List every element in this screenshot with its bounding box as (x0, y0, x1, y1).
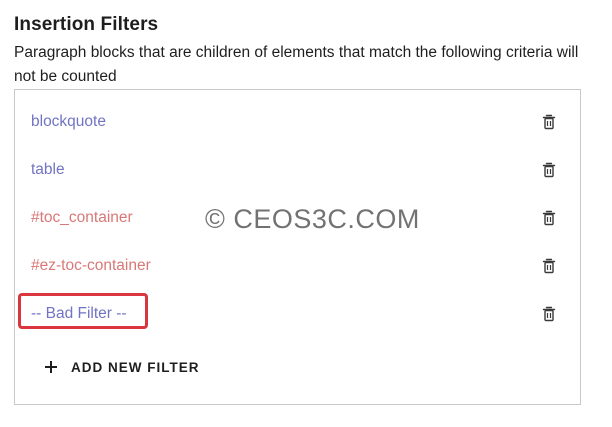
filter-row-table: table (15, 148, 580, 192)
add-new-filter-button[interactable]: ADD NEW FILTER (45, 355, 200, 379)
section-description: Paragraph blocks that are children of el… (14, 44, 579, 85)
insertion-filters-screen: Insertion Filters Paragraph blocks that … (0, 0, 612, 427)
filter-row-blockquote: blockquote (15, 100, 580, 144)
trash-icon[interactable] (541, 258, 557, 274)
plus-icon (45, 361, 57, 373)
trash-icon[interactable] (541, 162, 557, 178)
filter-row-ez-toc-container: #ez-toc-container (15, 244, 580, 288)
bad-filter-highlight-box (18, 293, 148, 329)
add-new-filter-label: ADD NEW FILTER (71, 359, 200, 375)
trash-icon[interactable] (541, 210, 557, 226)
section-title: Insertion Filters (14, 14, 159, 35)
filter-label[interactable]: blockquote (31, 112, 106, 132)
filter-label[interactable]: #toc_container (31, 208, 133, 228)
trash-icon[interactable] (541, 114, 557, 130)
watermark: © CEOS3C.COM (205, 204, 420, 234)
trash-icon[interactable] (541, 306, 557, 322)
filter-label[interactable]: #ez-toc-container (31, 256, 151, 276)
filter-label[interactable]: table (31, 160, 65, 180)
filters-panel: blockquote table #toc_container #ez-toc-… (14, 89, 581, 405)
